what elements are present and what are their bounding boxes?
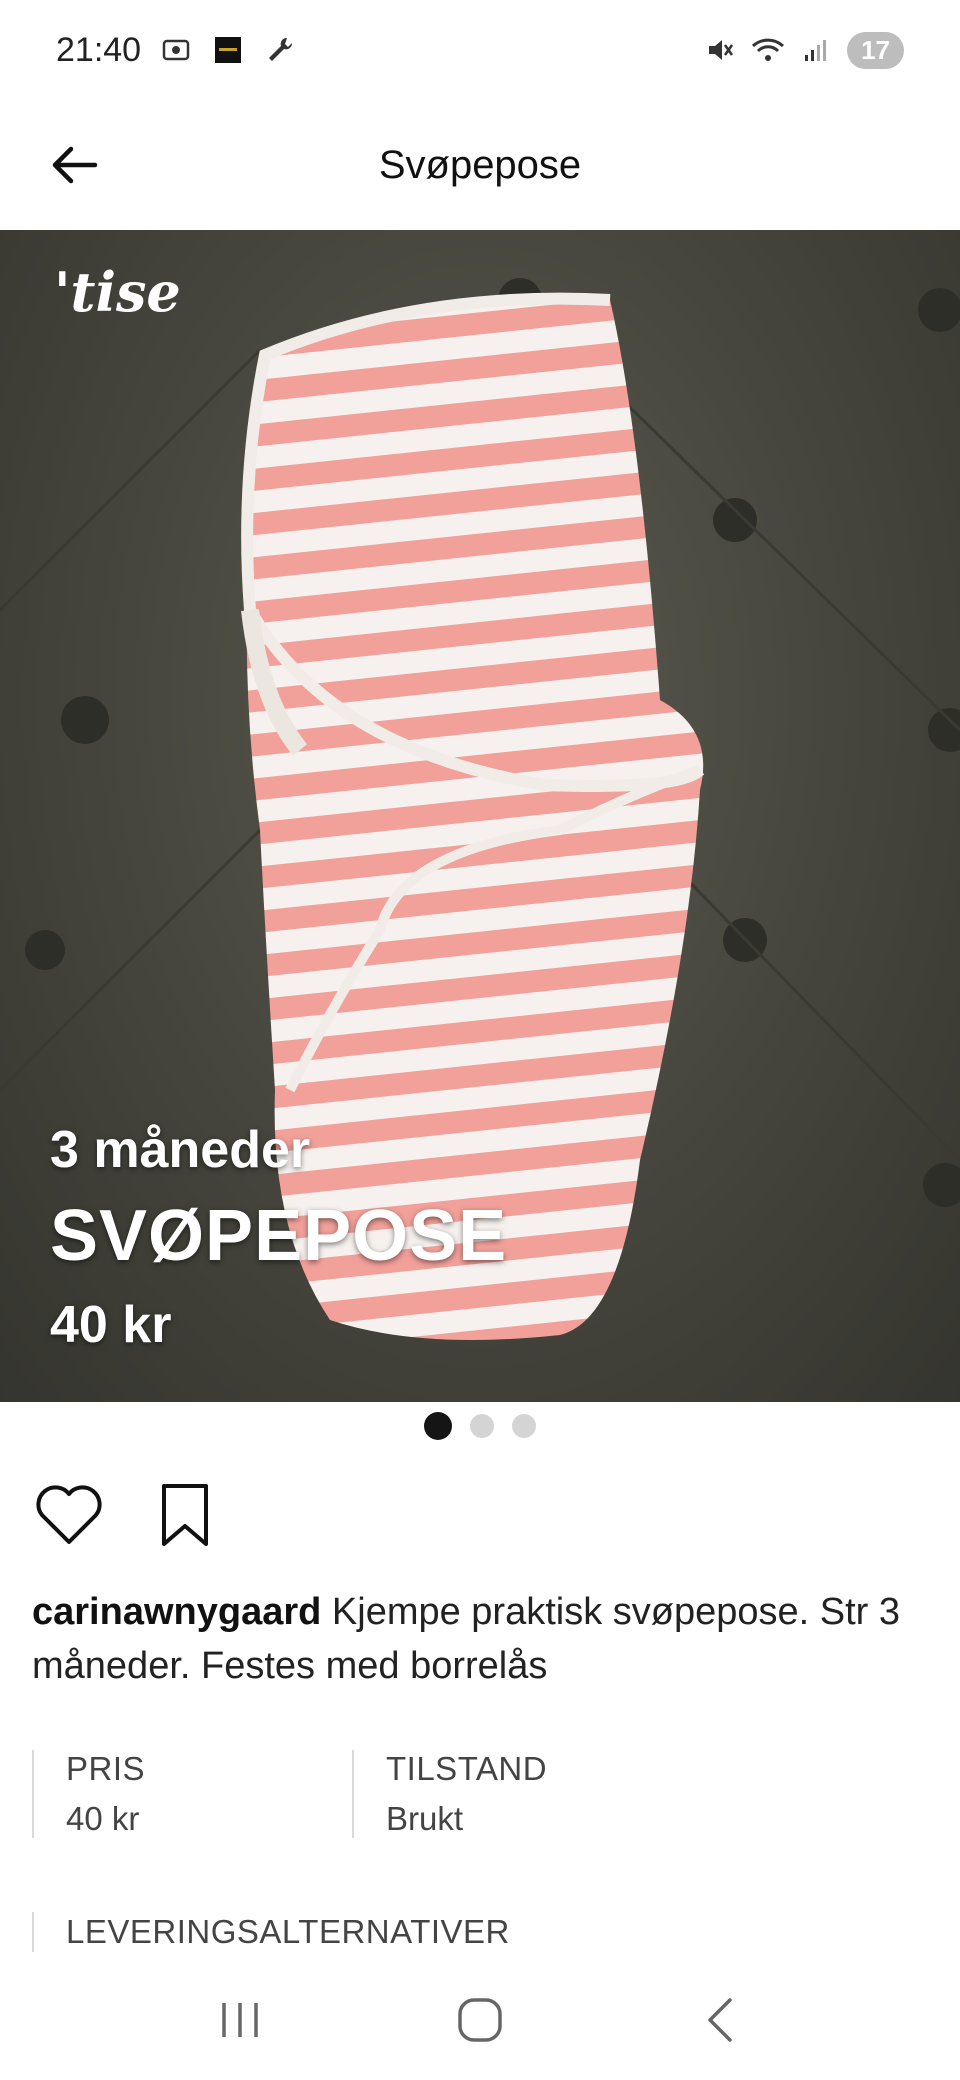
recent-apps-icon bbox=[222, 2003, 258, 2037]
like-button[interactable] bbox=[34, 1480, 104, 1550]
system-nav-bar bbox=[0, 1960, 960, 2080]
signal-icon bbox=[799, 33, 833, 67]
save-button[interactable] bbox=[150, 1480, 220, 1550]
home-icon bbox=[458, 1998, 502, 2042]
condition-value: Brukt bbox=[386, 1800, 464, 1837]
condition-cell: TILSTAND Brukt bbox=[352, 1750, 672, 1838]
heart-icon bbox=[36, 1485, 102, 1544]
carousel-dot-2[interactable] bbox=[470, 1414, 494, 1438]
product-image[interactable]: 'tise 3 måneder SVØPEPOSE 40 kr bbox=[0, 230, 960, 1402]
image-title-text: SVØPEPOSE bbox=[50, 1196, 508, 1276]
image-price-text: 40 kr bbox=[50, 1296, 172, 1354]
price-label: PRIS bbox=[66, 1750, 146, 1787]
back-button[interactable] bbox=[44, 135, 104, 195]
delivery-options-label: LEVERINGSALTERNATIVER bbox=[32, 1912, 510, 1952]
app-header: Svøpepose bbox=[0, 100, 960, 230]
carousel-dot-1[interactable] bbox=[424, 1412, 452, 1440]
arrow-left-icon bbox=[52, 146, 98, 184]
page-title: Svøpepose bbox=[378, 142, 582, 187]
system-back-button[interactable] bbox=[680, 1980, 760, 2060]
seller-username[interactable]: carinawnygaard bbox=[32, 1591, 321, 1633]
tise-logo: 'tise bbox=[54, 260, 181, 324]
action-bar bbox=[34, 1480, 220, 1550]
status-bar: 21:40 17 bbox=[0, 0, 960, 100]
image-size-text: 3 måneder bbox=[50, 1121, 311, 1179]
home-button[interactable] bbox=[440, 1980, 520, 2060]
details-grid: PRIS 40 kr TILSTAND Brukt bbox=[32, 1750, 672, 1838]
recent-apps-button[interactable] bbox=[200, 1980, 280, 2060]
condition-label: TILSTAND bbox=[386, 1750, 548, 1787]
bookmark-icon bbox=[162, 1484, 208, 1546]
carousel-dot-3[interactable] bbox=[512, 1414, 536, 1438]
chevron-left-icon bbox=[708, 1998, 732, 2042]
mute-icon bbox=[703, 33, 737, 67]
price-value: 40 kr bbox=[66, 1800, 140, 1837]
price-cell: PRIS 40 kr bbox=[32, 1750, 352, 1838]
status-time: 21:40 bbox=[56, 30, 142, 69]
carousel-indicator[interactable] bbox=[0, 1412, 960, 1440]
battery-badge: 17 bbox=[847, 31, 904, 69]
wrench-icon bbox=[263, 33, 297, 67]
post-description: carinawnygaard Kjempe praktisk svøpepose… bbox=[32, 1585, 932, 1693]
wifi-icon bbox=[751, 33, 785, 67]
screenshot-icon bbox=[159, 33, 193, 67]
app-notification-icon bbox=[211, 33, 245, 67]
